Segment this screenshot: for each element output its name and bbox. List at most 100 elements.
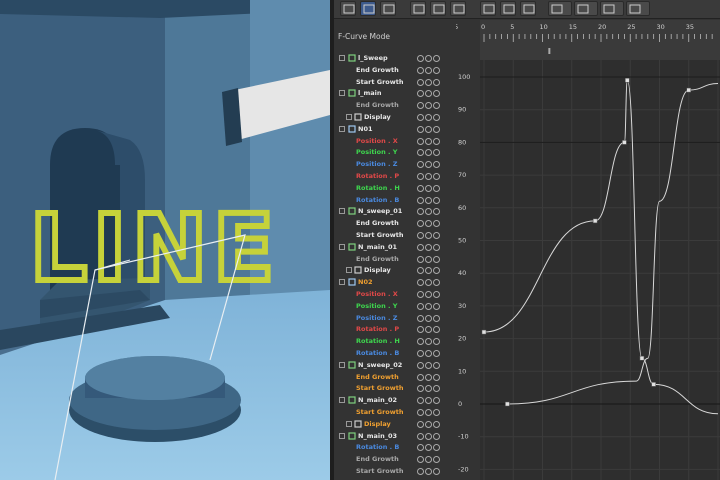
lock-icon[interactable] (433, 456, 440, 464)
visibility-icon[interactable] (425, 314, 432, 322)
tree-row[interactable]: Position . X (334, 288, 456, 300)
solo-toggle-icon[interactable] (417, 302, 424, 310)
solo-toggle-icon[interactable] (417, 468, 424, 475)
visibility-icon[interactable] (425, 279, 432, 287)
track-toggles[interactable] (417, 184, 447, 192)
tree-row[interactable]: Display (334, 418, 456, 430)
solo-toggle-icon[interactable] (417, 208, 424, 216)
tree-row[interactable]: l_main (334, 87, 456, 99)
solo-toggle-icon[interactable] (417, 184, 424, 192)
visibility-icon[interactable] (425, 161, 432, 169)
track-toggles[interactable] (417, 125, 447, 133)
fcurve-view-icon[interactable] (360, 1, 376, 16)
visibility-icon[interactable] (425, 173, 432, 180)
expand-icon[interactable] (346, 267, 352, 274)
solo-toggle-icon[interactable] (417, 125, 424, 133)
solo-toggle-icon[interactable] (417, 456, 424, 464)
tree-row[interactable]: Start Growth (334, 76, 456, 88)
collapse-icon[interactable] (339, 55, 345, 61)
visibility-icon[interactable] (425, 361, 432, 369)
solo-toggle-icon[interactable] (417, 102, 424, 110)
tree-row[interactable]: l_Sweep (334, 52, 456, 64)
tree-row[interactable]: Rotation . P (334, 170, 456, 182)
linear-interp-icon[interactable] (548, 1, 572, 16)
visibility-icon[interactable] (425, 432, 432, 440)
solo-toggle-icon[interactable] (417, 173, 424, 180)
visibility-icon[interactable] (425, 302, 432, 310)
dope-sheet-icon[interactable] (380, 1, 396, 16)
tree-row[interactable]: N_main_01 (334, 241, 456, 253)
tree-row[interactable]: End Growth (334, 217, 456, 229)
track-toggles[interactable] (417, 243, 447, 251)
visibility-icon[interactable] (425, 184, 432, 192)
solo-toggle-icon[interactable] (417, 78, 424, 86)
track-toggles[interactable] (417, 396, 447, 405)
visibility-icon[interactable] (425, 196, 432, 204)
visibility-icon[interactable] (425, 208, 432, 216)
visibility-icon[interactable] (425, 137, 432, 145)
track-toggles[interactable] (417, 231, 447, 239)
visibility-icon[interactable] (425, 350, 432, 357)
track-toggles[interactable] (417, 443, 447, 452)
lock-icon[interactable] (433, 220, 440, 228)
solo-toggle-icon[interactable] (417, 220, 424, 228)
lock-icon[interactable] (433, 90, 440, 98)
visibility-icon[interactable] (425, 102, 432, 110)
lock-icon[interactable] (433, 420, 440, 428)
visibility-icon[interactable] (425, 55, 432, 62)
solo-toggle-icon[interactable] (417, 432, 424, 440)
visibility-icon[interactable] (425, 397, 432, 405)
solo-toggle-icon[interactable] (417, 161, 424, 169)
lock-icon[interactable] (433, 173, 440, 180)
solo-toggle-icon[interactable] (417, 196, 424, 204)
lock-icon[interactable] (433, 409, 440, 416)
lock-icon[interactable] (433, 184, 440, 192)
track-toggles[interactable] (417, 148, 447, 157)
track-toggles[interactable] (417, 207, 447, 216)
tree-row[interactable]: Display (334, 111, 456, 123)
visibility-icon[interactable] (425, 125, 432, 133)
frame-all-icon[interactable] (410, 1, 426, 16)
track-toggles[interactable] (417, 266, 447, 275)
tree-row[interactable]: End Growth (334, 253, 456, 265)
lock-icon[interactable] (433, 338, 440, 346)
track-toggles[interactable] (417, 408, 447, 416)
track-toggles[interactable] (417, 384, 447, 393)
solo-toggle-icon[interactable] (417, 279, 424, 287)
track-toggles[interactable] (417, 196, 447, 204)
visibility-icon[interactable] (425, 420, 432, 428)
visibility-icon[interactable] (425, 78, 432, 86)
track-toggles[interactable] (417, 278, 447, 287)
visibility-icon[interactable] (425, 409, 432, 416)
tree-row[interactable]: Position . Y (334, 146, 456, 158)
visibility-icon[interactable] (425, 220, 432, 228)
lock-icon[interactable] (433, 149, 440, 157)
lock-icon[interactable] (433, 361, 440, 369)
tree-row[interactable]: Display (334, 264, 456, 276)
lock-icon[interactable] (433, 267, 440, 275)
lock-icon[interactable] (433, 196, 440, 204)
tree-row[interactable]: Rotation . H (334, 182, 456, 194)
solo-toggle-icon[interactable] (417, 267, 424, 275)
tree-row[interactable]: Position . Y (334, 300, 456, 312)
visibility-icon[interactable] (425, 373, 432, 381)
collapse-icon[interactable] (339, 361, 345, 368)
lock-icon[interactable] (433, 385, 440, 393)
lock-icon[interactable] (433, 255, 440, 263)
visibility-icon[interactable] (425, 114, 432, 121)
tree-row[interactable]: Rotation . B (334, 347, 456, 359)
tree-row[interactable]: N01 (334, 123, 456, 135)
tree-row[interactable]: Start Growth (334, 406, 456, 418)
track-toggles[interactable] (417, 219, 447, 228)
track-toggles[interactable] (417, 78, 447, 86)
collapse-icon[interactable] (339, 397, 345, 404)
lock-icon[interactable] (433, 55, 440, 62)
lock-icon[interactable] (433, 326, 440, 334)
lock-icon[interactable] (433, 444, 440, 452)
track-toggles[interactable] (417, 113, 447, 121)
solo-toggle-icon[interactable] (417, 409, 424, 416)
solo-toggle-icon[interactable] (417, 255, 424, 263)
track-toggles[interactable] (417, 66, 447, 74)
solo-toggle-icon[interactable] (417, 66, 424, 74)
visibility-icon[interactable] (425, 267, 432, 275)
